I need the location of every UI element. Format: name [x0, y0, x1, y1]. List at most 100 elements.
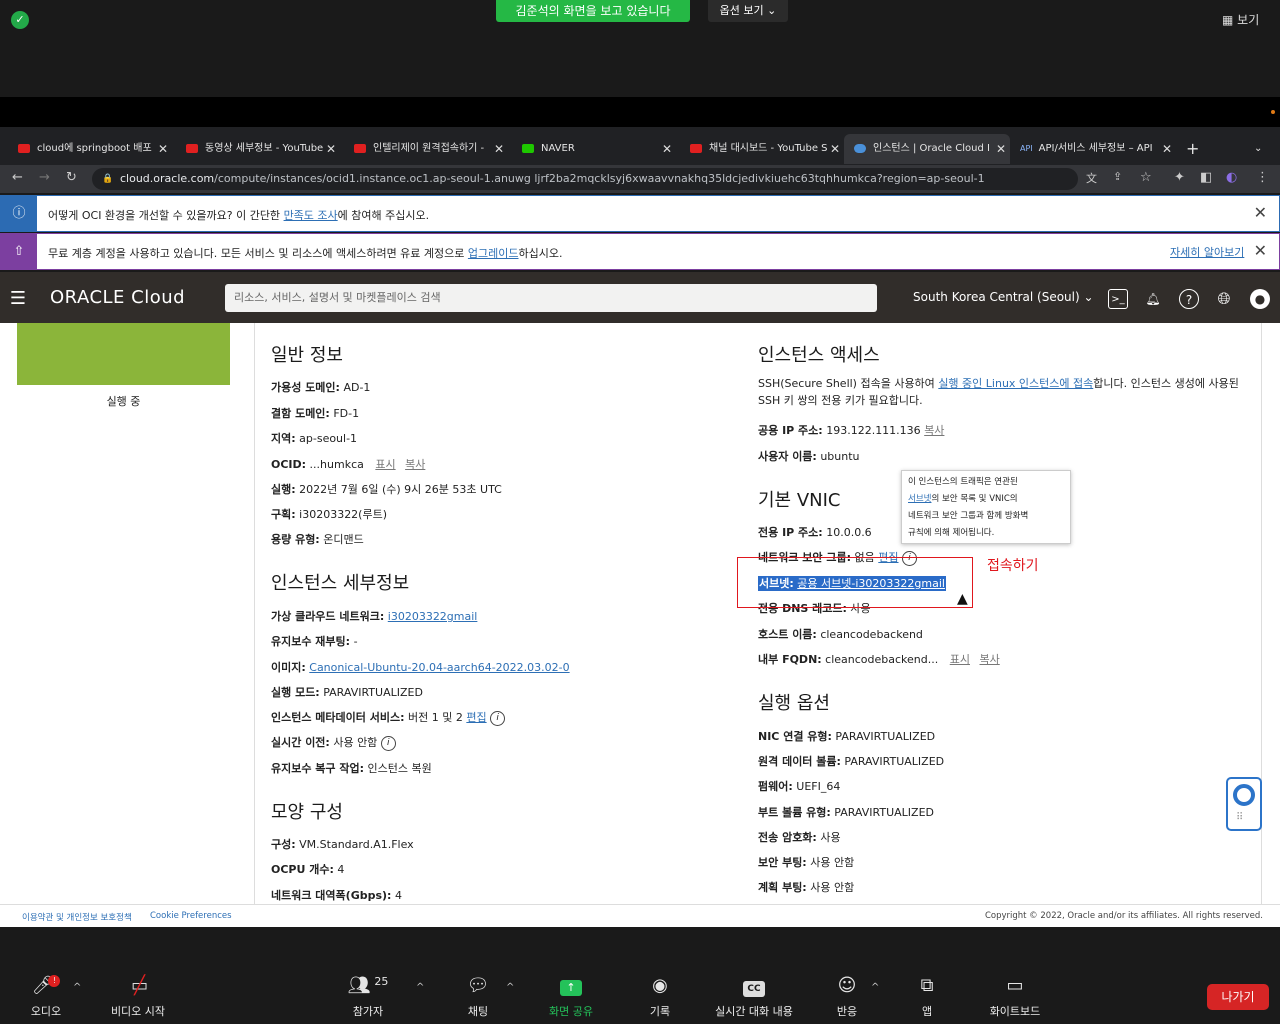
oci-search-input[interactable]: 리소스, 서비스, 설명서 및 마켓플레이스 검색	[225, 284, 877, 312]
participants-button[interactable]: 👥︎ 25 참가자	[323, 975, 413, 1019]
back-icon[interactable]: ←	[12, 170, 23, 185]
browser-tab[interactable]: API API/서비스 세부정보 – API ✕	[1012, 134, 1176, 164]
show-link[interactable]: 표시	[375, 458, 395, 471]
connect-linux-link[interactable]: 실행 중인 Linux 인스턴스에 접속	[938, 377, 1093, 390]
live-transcript-button[interactable]: CC 실시간 대화 내용	[700, 975, 808, 1019]
extensions-icon[interactable]: ✦	[1174, 170, 1185, 185]
cloud-shell-icon[interactable]: >_	[1108, 289, 1128, 309]
info-row: 유지보수 복구 작업: 인스턴스 복원	[271, 762, 432, 775]
cloud-icon	[854, 143, 866, 153]
info-row: 내부 FQDN: cleancodebackend... 표시 복사	[758, 653, 1000, 666]
whiteboard-button[interactable]: ▭ 화이트보드	[970, 975, 1060, 1019]
tab-search-icon[interactable]: ⌄	[1254, 134, 1270, 164]
globe-icon[interactable]: 🌐︎	[1214, 289, 1234, 309]
recording-dot-icon	[1271, 110, 1275, 114]
help-widget[interactable]: ⠿	[1226, 777, 1262, 831]
hamburger-menu-icon[interactable]: ☰	[8, 289, 28, 309]
info-row: 구성: VM.Standard.A1.Flex	[271, 838, 414, 851]
edit-link[interactable]: 편집	[466, 711, 486, 724]
leave-button[interactable]: 나가기	[1207, 984, 1269, 1010]
info-row: 용량 유형: 온디맨드	[271, 533, 364, 546]
info-row: 전송 암호화: 사용	[758, 831, 841, 844]
browser-tab[interactable]: NAVER ✕	[512, 134, 676, 164]
share-screen-button[interactable]: ↑ 화면 공유	[526, 975, 616, 1019]
browser-tab[interactable]: 인텔리제이 원격접속하기 - ✕	[344, 134, 508, 164]
browser-tab-active[interactable]: 인스턴스 | Oracle Cloud I ✕	[844, 134, 1010, 164]
cookie-link[interactable]: Cookie Preferences	[150, 911, 232, 921]
drag-handle-icon[interactable]: ⠿	[1236, 812, 1243, 823]
close-tab-icon[interactable]: ✕	[158, 134, 168, 164]
image-link[interactable]: Canonical-Ubuntu-20.04-aarch64-2022.03.0…	[309, 661, 569, 674]
info-row: 계획 부팅: 사용 안함	[758, 881, 855, 894]
access-description: SSH(Secure Shell) 접속을 사용하여 실행 중인 Linux 인…	[758, 377, 1239, 390]
profile-icon[interactable]: ◐	[1226, 170, 1237, 185]
translate-icon[interactable]: 文	[1086, 170, 1097, 186]
help-icon[interactable]: ?	[1179, 289, 1199, 309]
info-icon[interactable]: i	[380, 735, 396, 751]
grid-icon: ▦	[1222, 13, 1238, 27]
lifebuoy-icon	[1233, 784, 1255, 806]
close-tab-icon[interactable]: ✕	[830, 134, 840, 164]
show-link[interactable]: 표시	[950, 653, 970, 666]
oci-footer: 이용약관 및 개인정보 보호정책 Cookie Preferences Copy…	[0, 904, 1280, 927]
browser-tab[interactable]: 동영상 세부정보 - YouTube ✕	[176, 134, 340, 164]
learn-more-link[interactable]: 자세히 알아보기	[1170, 244, 1244, 260]
vcn-link[interactable]: i30203322gmail	[388, 610, 478, 623]
upgrade-link[interactable]: 업그레이드	[468, 247, 519, 260]
close-tab-icon[interactable]: ✕	[494, 134, 504, 164]
subnet-tooltip-link[interactable]: 서브넷	[908, 494, 931, 504]
bookmark-star-icon[interactable]: ☆	[1140, 170, 1152, 185]
close-icon[interactable]: ✕	[1254, 241, 1267, 260]
close-tab-icon[interactable]: ✕	[662, 134, 672, 164]
info-row: OCPU 개수: 4	[271, 863, 345, 876]
survey-link[interactable]: 만족도 조사	[284, 209, 338, 222]
nsg-tooltip: 이 인스턴스의 트래픽은 연관된 서브넷의 보안 목록 및 VNIC의 네트워크…	[901, 470, 1071, 544]
primary-vnic-title: 기본 VNIC	[758, 490, 841, 511]
close-tab-icon[interactable]: ✕	[1162, 134, 1172, 164]
new-tab-icon[interactable]: +	[1186, 134, 1206, 164]
copy-link[interactable]: 복사	[980, 653, 1000, 666]
info-row: 네트워크 대역폭(Gbps): 4	[271, 889, 402, 902]
region-selector[interactable]: South Korea Central (Seoul) ⌄	[913, 290, 1094, 304]
close-icon[interactable]: ✕	[1254, 203, 1267, 222]
sidepanel-icon[interactable]: ◧	[1200, 170, 1212, 185]
tab-title: API/서비스 세부정보 – API	[1038, 143, 1153, 154]
menu-kebab-icon[interactable]: ⋮	[1256, 170, 1269, 185]
video-button[interactable]: ▭╱ 비디오 시작	[93, 975, 183, 1019]
status-box	[17, 323, 230, 385]
info-row: 지역: ap-seoul-1	[271, 432, 358, 445]
share-icon[interactable]: ⇪	[1113, 170, 1122, 183]
reactions-options-icon[interactable]: ^	[871, 982, 879, 993]
copyright-text: Copyright © 2022, Oracle and/or its affi…	[984, 911, 1263, 921]
shield-icon[interactable]: ✓	[11, 11, 29, 29]
info-icon[interactable]: i	[490, 710, 506, 726]
terms-link[interactable]: 이용약관 및 개인정보 보호정책	[22, 911, 132, 923]
apps-button[interactable]: ⧉ 앱	[882, 975, 972, 1019]
user-avatar-icon[interactable]: ●	[1250, 289, 1270, 309]
browser-tab[interactable]: 채널 대시보드 - YouTube S ✕	[680, 134, 844, 164]
record-icon: ◉	[652, 975, 668, 996]
instance-status-panel: 실행 중	[0, 323, 255, 904]
view-options-button[interactable]: 옵션 보기 ⌄	[708, 0, 788, 22]
copy-link[interactable]: 복사	[405, 458, 425, 471]
url-input[interactable]: 🔒 cloud.oracle.com/compute/instances/ocid…	[92, 168, 1078, 190]
tab-title: 인스턴스 | Oracle Cloud I	[873, 143, 990, 154]
forward-icon[interactable]: →	[39, 170, 50, 185]
info-row: 유지보수 재부팅: -	[271, 635, 358, 648]
bell-icon[interactable]: 🔔︎	[1143, 289, 1163, 309]
reload-icon[interactable]: ↻	[66, 170, 77, 185]
info-row: 실시간 이전: 사용 안함 i	[271, 734, 396, 751]
info-row: 구획: i30203322(루트)	[271, 508, 388, 521]
browser-tab[interactable]: cloud에 springboot 배포 ✕	[8, 134, 172, 164]
free-tier-banner: ⇧ 무료 계층 계정을 사용하고 있습니다. 모든 서비스 및 리소스에 액세스…	[0, 233, 1280, 270]
chat-options-icon[interactable]: ^	[506, 982, 514, 993]
oracle-cloud-logo[interactable]: ORACLE Cloud	[50, 287, 185, 308]
audio-options-icon[interactable]: ^	[73, 982, 81, 993]
view-button[interactable]: ▦ 보기	[1222, 11, 1259, 28]
record-button[interactable]: ◉ 기록	[615, 975, 705, 1019]
participants-options-icon[interactable]: ^	[416, 982, 424, 993]
close-tab-icon[interactable]: ✕	[996, 134, 1006, 164]
instance-access-title: 인스턴스 액세스	[758, 345, 880, 366]
close-tab-icon[interactable]: ✕	[326, 134, 336, 164]
copy-link[interactable]: 복사	[924, 424, 944, 437]
